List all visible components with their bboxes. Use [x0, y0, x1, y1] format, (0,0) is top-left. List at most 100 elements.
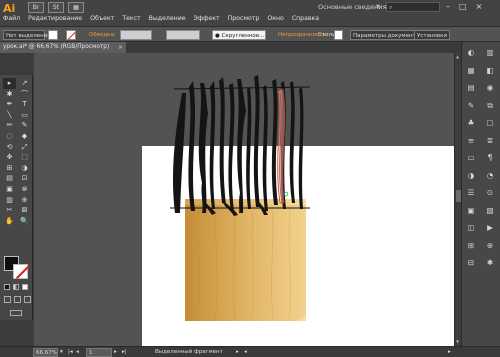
paragraph-panel-icon[interactable]: ¶ [485, 153, 495, 163]
stroke-panel-icon[interactable]: ≡ [466, 136, 476, 146]
paintbrush-tool-icon[interactable]: ✏ [3, 120, 16, 131]
wood-block-front[interactable] [185, 205, 306, 321]
perspective-grid-tool-icon[interactable]: ◑ [18, 163, 31, 174]
gradient-panel-icon[interactable]: ▭ [466, 153, 476, 163]
menu-object[interactable]: Объект [90, 15, 114, 22]
fill-color-picker[interactable] [48, 30, 58, 40]
character-panel-icon[interactable]: ≣ [485, 136, 495, 146]
graph-tool-icon[interactable]: ▥ [3, 195, 16, 206]
blob-brush-tool-icon[interactable]: ◌ [3, 131, 16, 142]
graphic-styles-icon[interactable]: ▣ [466, 206, 476, 216]
slice-tool-icon[interactable]: ✂ [3, 205, 16, 216]
last-artboard-icon[interactable]: ▸| [122, 348, 127, 357]
artboard-tool-icon[interactable]: ⊠ [18, 205, 31, 216]
magic-wand-tool-icon[interactable]: ✱ [3, 89, 16, 100]
stock-button[interactable]: St [48, 2, 64, 13]
stroke-swatch[interactable] [13, 264, 31, 280]
stroke-weight-field[interactable] [120, 30, 152, 40]
free-transform-tool-icon[interactable]: ⬚ [18, 152, 31, 163]
eyedropper-tool-icon[interactable]: ▣ [3, 184, 16, 195]
color-guide-icon[interactable]: ▦ [466, 66, 476, 76]
screen-mode-icon[interactable] [10, 310, 22, 316]
eraser-tool-icon[interactable]: ◆ [18, 131, 31, 142]
shape-builder-tool-icon[interactable]: ⊞ [3, 163, 16, 174]
artboards-panel-icon[interactable]: ⊞ [466, 241, 476, 251]
status-menu-icon[interactable]: ▸ [236, 348, 239, 357]
pen-tool-icon[interactable]: ✒ [3, 99, 16, 110]
document-setup-button[interactable]: Параметры документа [350, 30, 423, 40]
menu-type[interactable]: Текст [122, 15, 140, 22]
menu-view[interactable]: Просмотр [228, 15, 260, 22]
hand-tool-icon[interactable]: ✋ [3, 216, 16, 227]
direct-selection-tool-icon[interactable]: ↗ [18, 78, 31, 89]
symbols-panel-icon[interactable]: ♣ [466, 118, 476, 128]
transparency-panel-icon[interactable]: ◑ [466, 171, 476, 181]
maximize-icon[interactable]: □ [459, 2, 467, 11]
brushes-panel-icon[interactable]: ✎ [466, 101, 476, 111]
pathfinder-panel-icon[interactable]: ⧉ [485, 101, 495, 111]
menu-window[interactable]: Окно [267, 15, 283, 22]
color-panel-icon[interactable]: ◐ [466, 48, 476, 58]
appearance-panel-icon[interactable]: ☰ [466, 188, 476, 198]
close-icon[interactable]: × [118, 42, 123, 53]
navigator-panel-icon[interactable]: ◧ [485, 66, 495, 76]
transform-panel-icon[interactable]: ▢ [485, 118, 495, 128]
gradient-tool-icon[interactable]: ⊡ [18, 173, 31, 184]
blend-tool-icon[interactable]: ⊗ [18, 184, 31, 195]
draw-behind-icon[interactable] [14, 296, 21, 303]
variable-width-profile[interactable] [166, 30, 200, 40]
zoom-dropdown-icon[interactable]: ▾ [60, 348, 63, 357]
rectangle-tool-icon[interactable]: ▭ [18, 110, 31, 121]
scale-tool-icon[interactable]: ⤢ [18, 142, 31, 153]
minimize-icon[interactable]: – [446, 2, 450, 11]
gradient-button[interactable] [13, 284, 19, 290]
scroll-down-icon[interactable]: ▼ [456, 339, 459, 344]
links-panel-icon[interactable]: ⊙ [485, 188, 495, 198]
line-tool-icon[interactable]: ╲ [3, 110, 16, 121]
zoom-field[interactable]: 66,67% [33, 348, 58, 357]
close-icon[interactable]: × [476, 2, 483, 11]
brush-definition[interactable]: ● Скругленное... [212, 30, 266, 40]
stroke-color-picker[interactable] [66, 30, 76, 40]
bridge-button[interactable]: Br [28, 2, 44, 13]
color-button[interactable] [4, 284, 10, 290]
draw-inside-icon[interactable] [24, 296, 31, 303]
artwork[interactable] [34, 53, 454, 346]
previous-artboard-icon[interactable]: ◂ [76, 348, 79, 357]
selection-tool-icon[interactable]: ▸ [3, 78, 16, 89]
pencil-tool-icon[interactable]: ✎ [18, 120, 31, 131]
layers-panel-icon[interactable]: ◫ [466, 223, 476, 233]
menu-effect[interactable]: Эффект [194, 15, 220, 22]
rotate-tool-icon[interactable]: ⟲ [3, 142, 16, 153]
wood-block[interactable] [185, 199, 306, 321]
next-artboard-icon[interactable]: ▸ [114, 348, 117, 357]
draw-normal-icon[interactable] [4, 296, 11, 303]
scroll-left-icon[interactable]: ◂ [244, 348, 247, 357]
arrange-documents-button[interactable]: ▦ [68, 2, 84, 13]
magic-wand-panel-icon[interactable]: ✱ [485, 258, 495, 268]
attributes-panel-icon[interactable]: ⊕ [485, 241, 495, 251]
stroke-label[interactable]: Обводка: [89, 30, 116, 40]
menu-help[interactable]: Справка [292, 15, 319, 22]
first-artboard-icon[interactable]: |◂ [68, 348, 73, 357]
menu-edit[interactable]: Редактирование [28, 15, 82, 22]
menu-file[interactable]: Файл [3, 15, 20, 22]
type-tool-icon[interactable]: T [18, 99, 31, 110]
actions-panel-icon[interactable]: ▶ [485, 223, 495, 233]
none-button[interactable] [22, 284, 28, 290]
canvas-area[interactable] [34, 53, 454, 346]
scroll-up-icon[interactable]: ▲ [456, 54, 459, 59]
swatches-panel-icon[interactable]: ▤ [466, 83, 476, 93]
chevron-down-icon[interactable]: ▼ [376, 4, 380, 10]
artboard-number-field[interactable]: 1 [86, 348, 112, 357]
zoom-tool-icon[interactable]: 🔍 [18, 216, 31, 227]
mesh-tool-icon[interactable]: ▤ [3, 173, 16, 184]
panel-grip[interactable] [0, 70, 33, 75]
opentype-panel-icon[interactable]: ◔ [485, 171, 495, 181]
visibility-icon[interactable]: ◉ [485, 83, 495, 93]
preferences-button[interactable]: Установки [414, 30, 451, 40]
menu-select[interactable]: Выделение [149, 15, 186, 22]
document-info-icon[interactable]: ▧ [485, 206, 495, 216]
document-tab[interactable]: урок.ai* @ 66,67% (RGB/Просмотр) × [0, 42, 126, 53]
lasso-tool-icon[interactable]: ⌒ [18, 89, 31, 100]
